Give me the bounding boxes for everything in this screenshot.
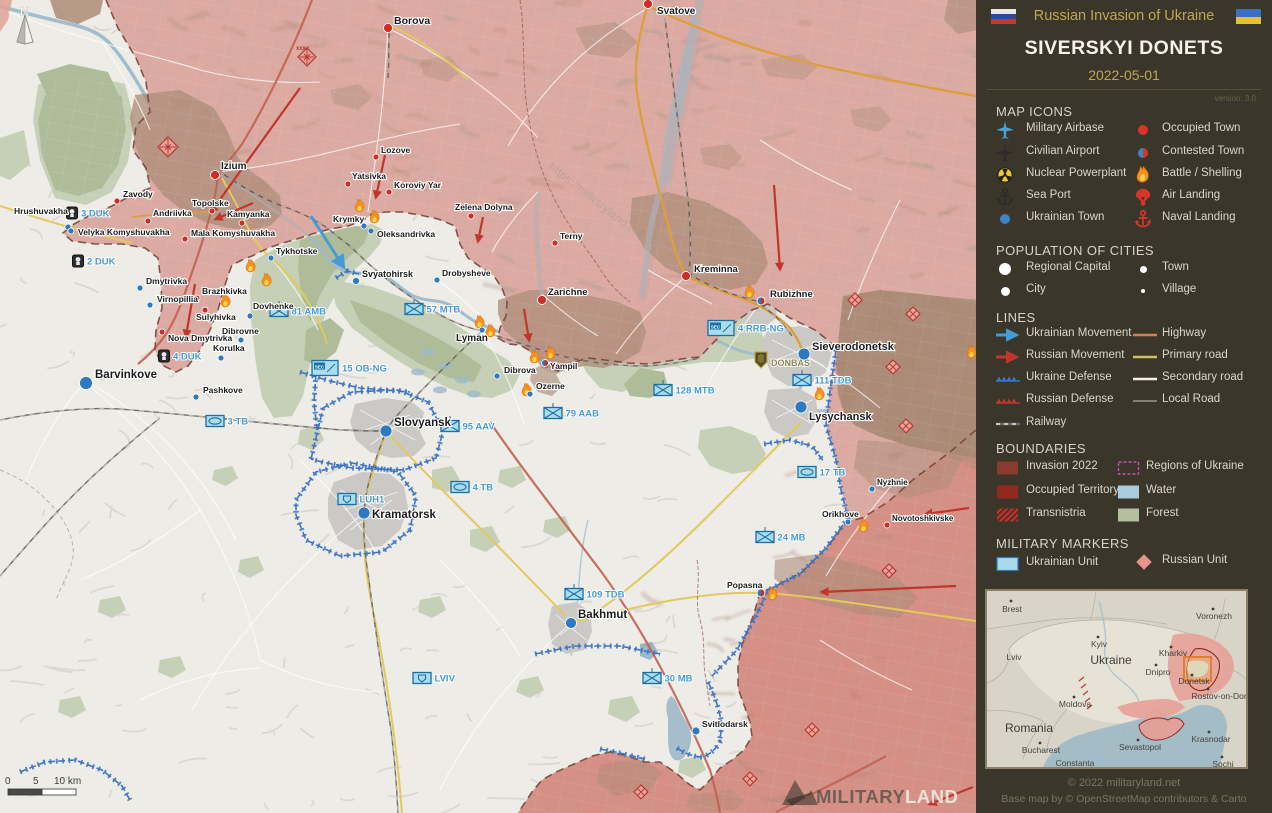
svg-text:Lyman: Lyman: [456, 333, 488, 344]
svg-text:Lviv: Lviv: [1006, 652, 1022, 662]
svg-text:128 MTB: 128 MTB: [676, 386, 715, 397]
svg-text:Sieverodonetsk: Sieverodonetsk: [812, 341, 895, 353]
svg-text:Kramatorsk: Kramatorsk: [372, 509, 437, 521]
svg-text:LUH1: LUH1: [360, 495, 386, 506]
svg-text:Ukraine: Ukraine: [1090, 653, 1132, 667]
svg-text:Dmytrivka: Dmytrivka: [146, 276, 187, 286]
svg-text:Zelena Dolyna: Zelena Dolyna: [455, 202, 513, 212]
svg-text:Kyiv: Kyiv: [1091, 639, 1108, 649]
svg-text:Rostov-on-Don: Rostov-on-Don: [1191, 691, 1246, 701]
svg-text:111 TDB: 111 TDB: [815, 376, 852, 387]
svg-text:2 DUK: 2 DUK: [87, 257, 116, 268]
svg-text:Koroviy Yar: Koroviy Yar: [394, 180, 442, 190]
svg-text:SEC: SEC: [711, 325, 721, 330]
svg-text:Borova: Borova: [394, 15, 430, 27]
svg-text:79 AAB: 79 AAB: [566, 409, 600, 420]
svg-text:24 MB: 24 MB: [778, 533, 806, 544]
svg-text:Izium: Izium: [221, 161, 247, 172]
svg-text:Tykhotske: Tykhotske: [276, 246, 318, 256]
svg-text:Zavody: Zavody: [123, 189, 153, 199]
svg-text:Dibrova: Dibrova: [504, 365, 536, 375]
svg-text:Svyatohirsk: Svyatohirsk: [362, 269, 414, 279]
svg-text:Popasna: Popasna: [727, 580, 763, 590]
svg-text:Velyka Komyshuvakha: Velyka Komyshuvakha: [78, 227, 170, 237]
svg-text:30 MB: 30 MB: [665, 674, 693, 685]
svg-text:4 DUK: 4 DUK: [173, 352, 202, 363]
svg-text:Virnopillia: Virnopillia: [157, 294, 198, 304]
svg-text:Mala Komyshuvakha: Mala Komyshuvakha: [191, 228, 275, 238]
svg-text:95 AAV: 95 AAV: [463, 422, 496, 433]
svg-text:Dnipro: Dnipro: [1145, 667, 1170, 677]
svg-text:xxxx: xxxx: [296, 46, 310, 52]
svg-text:MILITARY: MILITARY: [816, 786, 905, 807]
svg-text:Lozove: Lozove: [381, 145, 411, 155]
svg-text:109 TDB: 109 TDB: [587, 590, 625, 601]
svg-text:x: x: [165, 136, 168, 142]
svg-text:Romania: Romania: [1005, 721, 1053, 735]
svg-text:Oleksandrivka: Oleksandrivka: [377, 229, 435, 239]
svg-text:81 AMB: 81 AMB: [292, 307, 327, 318]
svg-text:Constanta: Constanta: [1056, 758, 1095, 767]
svg-text:0: 0: [5, 776, 11, 787]
svg-text:Yatsivka: Yatsivka: [352, 171, 386, 181]
svg-text:Voronezh: Voronezh: [1196, 611, 1232, 621]
svg-text:3 TB: 3 TB: [228, 417, 249, 428]
svg-text:Brazhkivka: Brazhkivka: [202, 286, 247, 296]
svg-text:Korulka: Korulka: [213, 343, 245, 353]
svg-text:Terny: Terny: [560, 231, 583, 241]
svg-text:Sochi: Sochi: [1212, 759, 1233, 767]
svg-text:4 TB: 4 TB: [473, 483, 494, 494]
svg-text:Brest: Brest: [1002, 604, 1022, 614]
svg-text:Pashkove: Pashkove: [203, 385, 243, 395]
svg-text:Kharkiv: Kharkiv: [1159, 648, 1188, 658]
svg-text:5: 5: [33, 776, 39, 787]
svg-text:Topolske: Topolske: [192, 198, 229, 208]
svg-text:Svitlodarsk: Svitlodarsk: [702, 719, 748, 729]
svg-text:Krymky: Krymky: [333, 214, 364, 224]
svg-text:Kamyanka: Kamyanka: [227, 209, 270, 219]
svg-text:Yampil: Yampil: [550, 361, 577, 371]
svg-text:Moldova: Moldova: [1059, 699, 1091, 709]
svg-text:SEC: SEC: [315, 365, 325, 370]
svg-text:Kreminna: Kreminna: [694, 264, 739, 275]
svg-text:Novotoshkivske: Novotoshkivske: [892, 514, 954, 523]
svg-text:Svatove: Svatove: [657, 6, 696, 17]
svg-text:10 km: 10 km: [54, 776, 81, 787]
svg-text:Barvinkove: Barvinkove: [95, 369, 157, 381]
svg-text:Bucharest: Bucharest: [1022, 745, 1061, 755]
svg-text:Dovhenke: Dovhenke: [253, 301, 294, 311]
svg-text:4 RRB-NG: 4 RRB-NG: [738, 324, 784, 335]
svg-text:Sevastopol: Sevastopol: [1119, 742, 1161, 752]
svg-text:57 MTB: 57 MTB: [427, 305, 461, 316]
svg-text:3 DUK: 3 DUK: [81, 209, 110, 220]
svg-text:Hrushuvakha: Hrushuvakha: [14, 206, 68, 216]
svg-text:Lysychansk: Lysychansk: [809, 411, 872, 423]
svg-text:15 OB-NG: 15 OB-NG: [342, 364, 387, 375]
svg-text:LVIV: LVIV: [435, 674, 456, 685]
svg-text:Andriivka: Andriivka: [153, 208, 192, 218]
svg-text:Ozerne: Ozerne: [536, 381, 565, 391]
svg-text:Drobysheve: Drobysheve: [442, 268, 491, 278]
svg-text:Dibrovne: Dibrovne: [222, 326, 259, 336]
svg-text:Nyzhnie: Nyzhnie: [877, 478, 908, 487]
svg-text:Rubizhne: Rubizhne: [770, 289, 813, 300]
svg-text:17 TB: 17 TB: [820, 468, 846, 479]
svg-text:LAND: LAND: [905, 786, 958, 807]
svg-text:Sulyhivka: Sulyhivka: [196, 312, 236, 322]
svg-text:Donetsk: Donetsk: [1178, 676, 1210, 686]
svg-text:Zarichne: Zarichne: [548, 287, 588, 298]
svg-text:Orikhove: Orikhove: [822, 509, 859, 519]
svg-text:Bakhmut: Bakhmut: [578, 609, 627, 621]
svg-text:Krasnodar: Krasnodar: [1191, 734, 1230, 744]
svg-text:Slovyansk: Slovyansk: [394, 417, 451, 429]
